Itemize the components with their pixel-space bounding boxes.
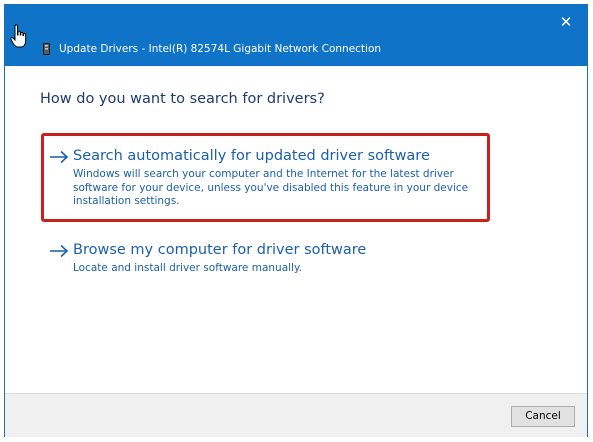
cancel-button[interactable]: Cancel xyxy=(511,406,575,427)
update-drivers-dialog: Update Drivers - Intel(R) 82574L Gigabit… xyxy=(4,4,588,437)
option-description: Windows will search your computer and th… xyxy=(73,168,469,207)
hand-cursor-icon xyxy=(10,24,27,48)
arrow-right-icon xyxy=(50,244,69,258)
option-title[interactable]: Browse my computer for driver software xyxy=(73,242,366,258)
close-icon: ✕ xyxy=(559,13,573,31)
network-driver-icon xyxy=(43,43,50,55)
dialog-footer: Cancel xyxy=(5,393,587,437)
title-row: Update Drivers - Intel(R) 82574L Gigabit… xyxy=(43,41,381,57)
page-heading: How do you want to search for drivers? xyxy=(40,91,325,107)
window-title: Update Drivers - Intel(R) 82574L Gigabit… xyxy=(59,43,382,55)
dialog-content: How do you want to search for drivers? S… xyxy=(5,66,587,391)
close-button[interactable]: ✕ xyxy=(553,11,579,33)
arrow-right-icon xyxy=(50,150,69,164)
option-title[interactable]: Search automatically for updated driver … xyxy=(73,148,430,164)
title-bar[interactable]: Update Drivers - Intel(R) 82574L Gigabit… xyxy=(5,5,587,66)
option-description: Locate and install driver software manua… xyxy=(73,262,303,274)
